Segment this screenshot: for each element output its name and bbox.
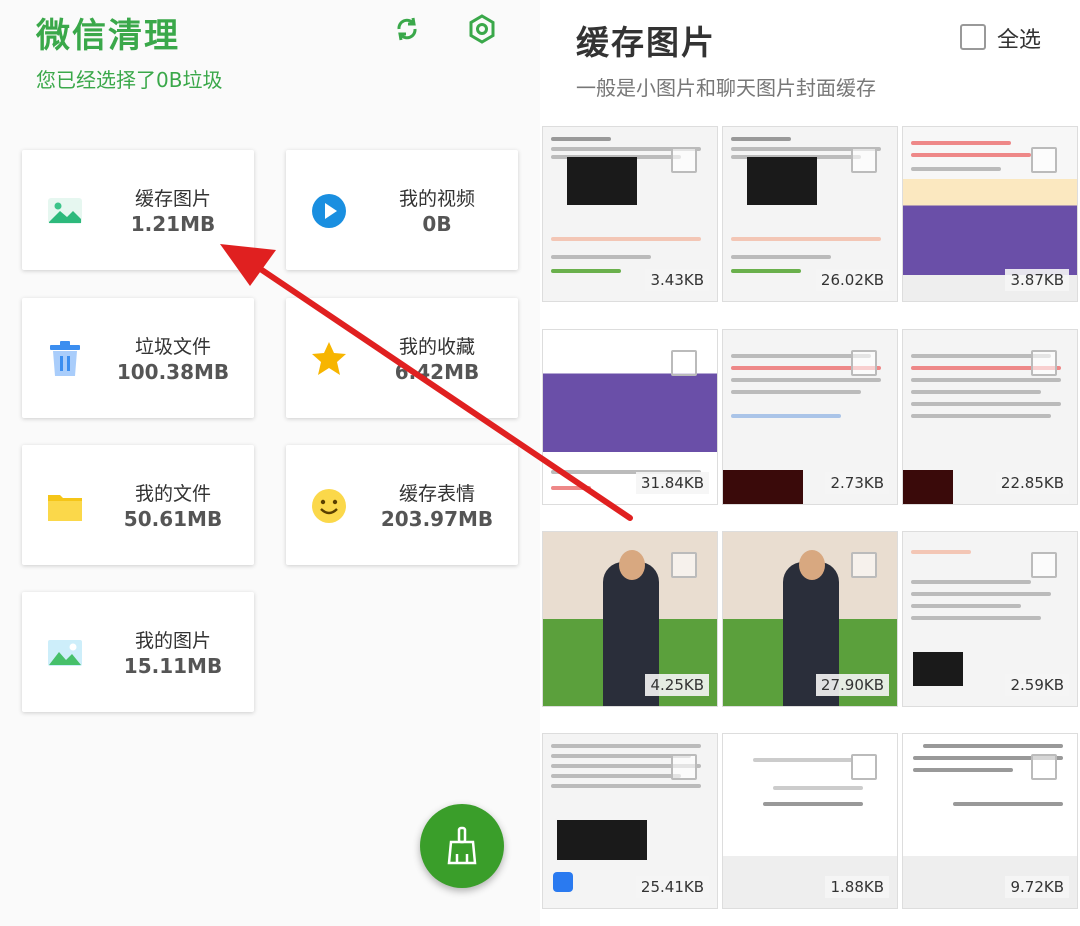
card-size: 50.61MB [123,507,223,531]
card-label: 垃圾文件 [134,336,211,358]
item-size: 1.88KB [825,876,889,898]
card-size: 203.97MB [380,507,494,531]
item-checkbox[interactable] [851,754,877,780]
thumbnail-item[interactable]: 2.73KB [722,329,898,505]
item-size: 2.73KB [825,472,889,494]
card-size: 6.42MB [394,360,480,384]
thumbnail-item[interactable]: 25.41KB [542,733,718,909]
thumbnail-item[interactable]: 31.84KB [542,329,718,505]
card-size: 100.38MB [116,360,230,384]
item-size: 3.43KB [645,269,709,291]
thumbnail-item[interactable]: 3.87KB [902,126,1078,302]
settings-icon[interactable] [465,12,499,46]
item-checkbox[interactable] [851,147,877,173]
card-junk-files[interactable]: 垃圾文件 100.38MB [22,298,254,418]
item-size: 26.02KB [815,269,889,291]
item-checkbox[interactable] [851,552,877,578]
card-label: 缓存图片 [134,188,211,210]
item-size: 25.41KB [635,876,709,898]
card-cache-images[interactable]: 缓存图片 1.21MB [22,150,254,270]
thumbnail-item[interactable]: 26.02KB [722,126,898,302]
card-label: 我的文件 [134,483,211,505]
item-checkbox[interactable] [1031,754,1057,780]
trash-icon [50,341,80,376]
item-checkbox[interactable] [1031,552,1057,578]
item-size: 3.87KB [1005,269,1069,291]
card-size: 1.21MB [130,212,216,236]
selected-summary: 您已经选择了0B垃圾 [36,68,223,92]
card-label: 我的视频 [398,188,475,210]
cache-images-panel: 缓存图片 一般是小图片和聊天图片封面缓存 全选 3.43KB 26.02KB 3… [540,0,1080,926]
thumbnail-item[interactable]: 2.59KB [902,531,1078,707]
card-label: 我的图片 [134,630,211,652]
folder-icon [48,495,82,521]
thumbnail-item[interactable]: 4.25KB [542,531,718,707]
item-size: 9.72KB [1005,876,1069,898]
image-icon [48,198,82,224]
broom-icon [447,826,477,865]
refresh-icon[interactable] [390,12,424,46]
item-checkbox[interactable] [851,350,877,376]
card-cache-stickers[interactable]: 缓存表情 203.97MB [286,445,518,565]
item-size: 2.59KB [1005,674,1069,696]
item-size: 31.84KB [635,472,709,494]
thumbnail-item[interactable]: 22.85KB [902,329,1078,505]
item-size: 22.85KB [995,472,1069,494]
page-subtitle: 一般是小图片和聊天图片封面缓存 [576,76,876,100]
card-my-favorites[interactable]: 我的收藏 6.42MB [286,298,518,418]
card-label: 缓存表情 [398,483,475,505]
card-label: 我的收藏 [398,336,475,358]
select-all-label[interactable]: 全选 [997,22,1041,54]
item-size: 4.25KB [645,674,709,696]
thumbnail-item[interactable]: 27.90KB [722,531,898,707]
clean-button[interactable] [420,804,504,888]
star-icon [312,342,346,375]
item-size: 27.90KB [815,674,889,696]
item-checkbox[interactable] [671,350,697,376]
picture-icon [48,640,82,666]
select-all-checkbox[interactable] [960,24,986,50]
smile-icon [312,489,346,523]
card-my-pictures[interactable]: 我的图片 15.11MB [22,592,254,712]
item-checkbox[interactable] [671,147,697,173]
thumbnail-item[interactable]: 9.72KB [902,733,1078,909]
play-icon [312,194,346,228]
card-size: 0B [422,212,452,236]
item-checkbox[interactable] [1031,350,1057,376]
card-size: 15.11MB [123,654,223,678]
item-checkbox[interactable] [671,552,697,578]
item-checkbox[interactable] [671,754,697,780]
item-checkbox[interactable] [1031,147,1057,173]
card-my-files[interactable]: 我的文件 50.61MB [22,445,254,565]
thumbnail-item[interactable]: 1.88KB [722,733,898,909]
page-title: 缓存图片 [576,23,716,62]
app-title: 微信清理 [36,16,180,56]
cleaner-panel: 微信清理 您已经选择了0B垃圾 缓存图片 1.21MB 我的视频 0B 垃圾文件… [0,0,540,926]
thumbnail-item[interactable]: 3.43KB [542,126,718,302]
card-my-videos[interactable]: 我的视频 0B [286,150,518,270]
